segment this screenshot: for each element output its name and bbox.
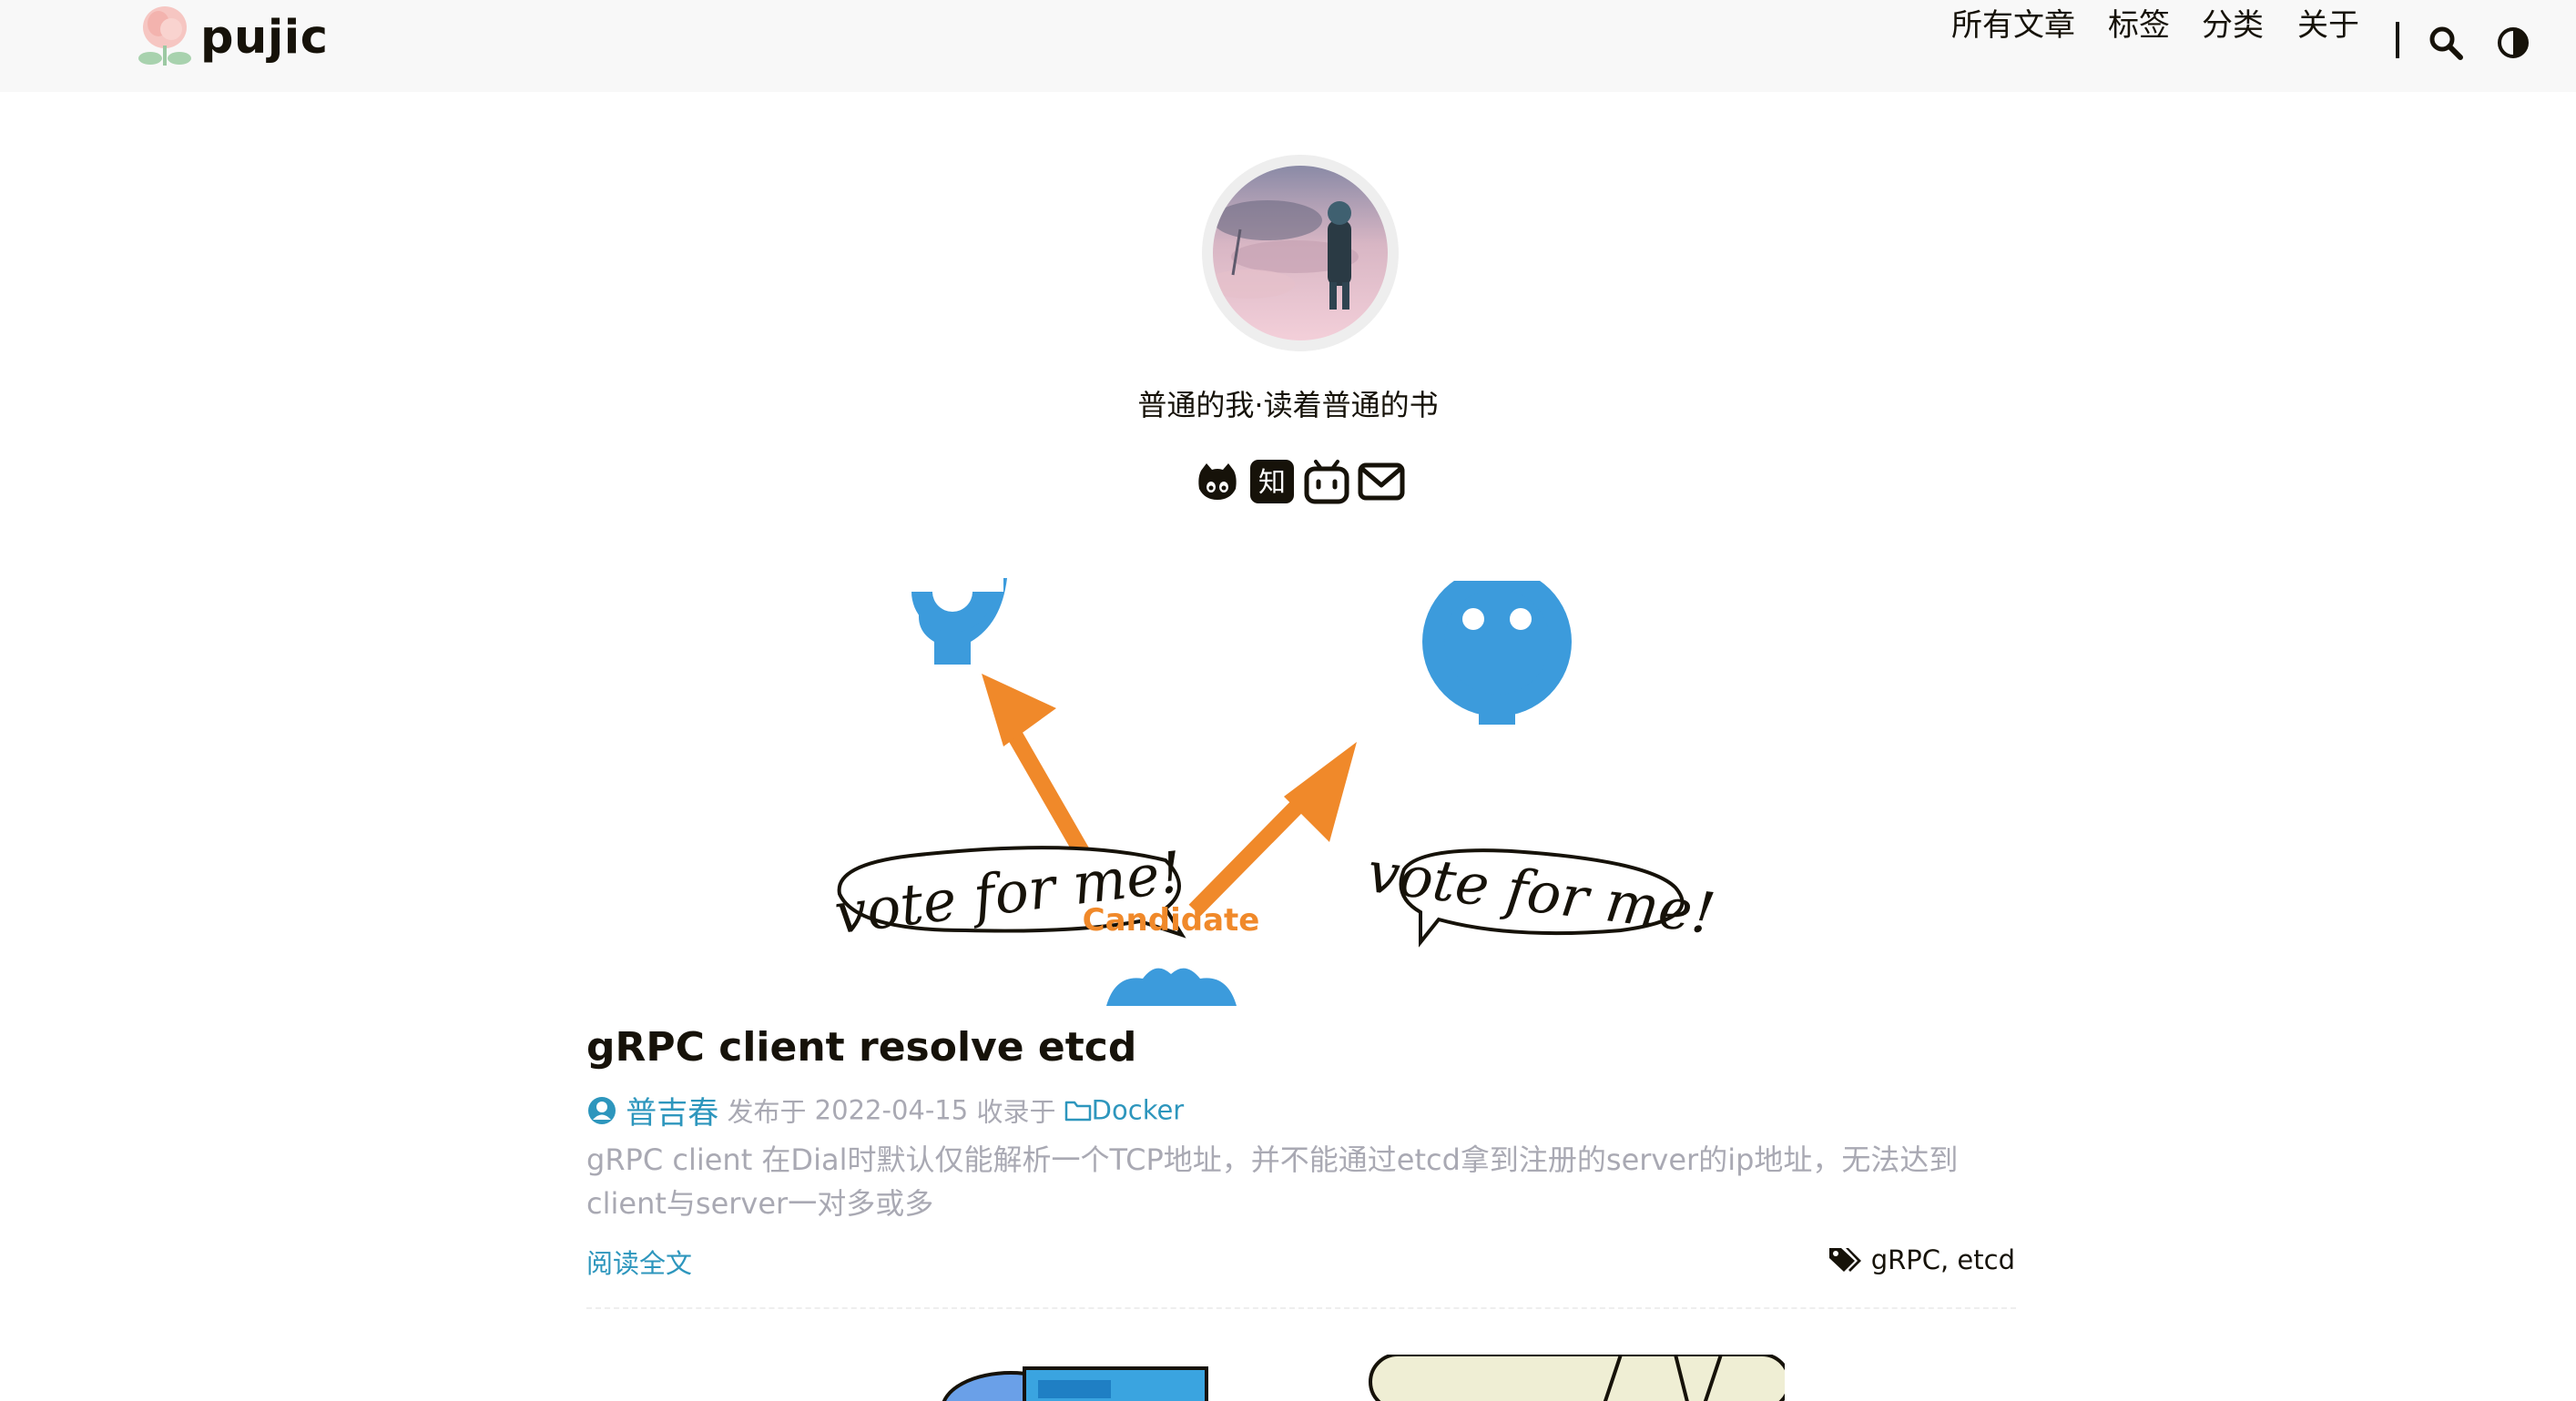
top-navigation-bar: pujic 所有文章 标签 分类 关于 (0, 0, 2576, 92)
left-server-gear-icon (901, 574, 1007, 665)
nav-about[interactable]: 关于 (2297, 0, 2359, 45)
bilibili-icon[interactable] (1303, 458, 1350, 505)
post-meta: 普吉春 发布于 2022-04-15 收录于 Docker (586, 1088, 1184, 1132)
category-prefix: 收录于 (976, 1096, 1056, 1128)
tag-separator: , (1940, 1244, 1958, 1275)
tag-etcd[interactable]: etcd (1957, 1244, 2015, 1275)
post-cover-image[interactable]: vote for me! vote for me! Candidate (801, 574, 1785, 1006)
published-prefix: 发布于 (727, 1096, 807, 1128)
post-title[interactable]: gRPC client resolve etcd (586, 1024, 1136, 1071)
nav-tags[interactable]: 标签 (2108, 0, 2170, 45)
author-icon (588, 1096, 616, 1124)
avatar (1202, 155, 1399, 351)
nav-categories[interactable]: 分类 (2202, 0, 2264, 45)
post-category[interactable]: Docker (1092, 1095, 1185, 1126)
candidate-label: Candidate (1083, 902, 1260, 939)
nav-all-posts[interactable]: 所有文章 (1951, 0, 2075, 45)
nav-divider (2396, 22, 2399, 58)
candidate-gear-icon (1106, 968, 1237, 1006)
next-post-cover-image[interactable] (801, 1355, 1785, 1401)
zhihu-icon[interactable]: 知 (1248, 458, 1296, 505)
email-icon[interactable] (1358, 458, 1405, 505)
avatar-image (1204, 166, 1388, 340)
github-icon[interactable] (1194, 458, 1241, 505)
flower-logo-icon[interactable] (137, 4, 193, 69)
post-divider (586, 1307, 2016, 1309)
post-author[interactable]: 普吉春 (626, 1095, 718, 1132)
post-tags: gRPC, etcd (1828, 1243, 2015, 1275)
tag-grpc[interactable]: gRPC (1871, 1244, 1940, 1275)
site-name[interactable]: pujic (200, 11, 329, 65)
theme-toggle-icon[interactable] (2496, 25, 2530, 60)
post-date: 2022-04-15 (814, 1094, 969, 1126)
read-more-link[interactable]: 阅读全文 (586, 1243, 692, 1281)
post-summary: gRPC client 在Dial时默认仅能解析一个TCP地址，并不能通过etc… (586, 1142, 1959, 1221)
tags-icon (1829, 1248, 1862, 1272)
right-server-robot-icon (1422, 574, 1572, 725)
search-icon[interactable] (2428, 25, 2463, 60)
zhihu-glyph: 知 (1258, 467, 1286, 499)
folder-icon (1064, 1101, 1091, 1121)
blog-subtitle: 普通的我·读着普通的书 (1137, 388, 1439, 422)
